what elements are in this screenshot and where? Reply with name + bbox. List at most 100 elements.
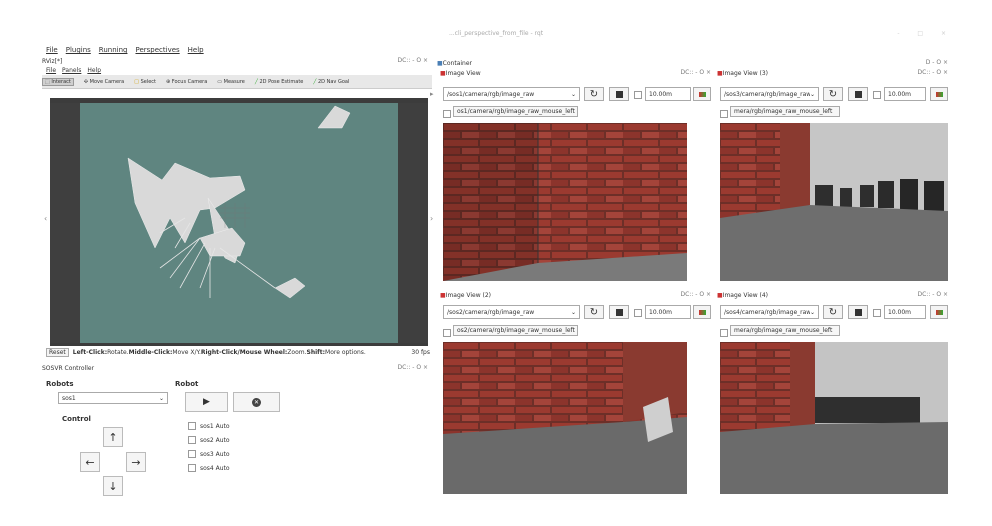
left-arrow-button[interactable]: ← <box>80 452 100 472</box>
refresh-button[interactable]: ↻ <box>584 87 604 101</box>
tool-2d-nav[interactable]: ╱ 2D Nav Goal <box>313 79 349 85</box>
publish-click-checkbox[interactable] <box>720 110 728 118</box>
menu-perspectives[interactable]: Perspectives <box>135 46 179 56</box>
smooth-checkbox[interactable] <box>634 91 642 99</box>
image-view-dock-controls[interactable]: DC:: - O × <box>918 291 949 298</box>
rviz-menu-panels[interactable]: Panels <box>62 67 81 74</box>
expand-arrow-icon[interactable]: ▸ <box>430 90 434 98</box>
window-buttons[interactable]: - □ × <box>897 30 954 37</box>
rviz-header: RViz[*] DC:: - O × <box>42 57 432 66</box>
camera-image-4[interactable] <box>720 342 948 494</box>
publish-click-checkbox[interactable] <box>720 329 728 337</box>
auto-check-sos1[interactable]: sos1 Auto <box>188 419 230 433</box>
zoom-value: 10.00m <box>888 308 912 316</box>
menu-plugins[interactable]: Plugins <box>66 46 91 56</box>
tool-focus-camera[interactable]: ⊕ Focus Camera <box>166 79 207 85</box>
topic-select[interactable]: /sos2/camera/rgb/image_raw ⌄ <box>443 305 580 319</box>
zoom-spinbox[interactable]: 10.00m <box>645 305 691 319</box>
robots-label: Robots <box>46 380 74 388</box>
controller-header: SOSVR Controller DC:: - O × <box>42 364 432 373</box>
color-scheme-icon <box>935 91 943 97</box>
refresh-icon: ↻ <box>828 88 838 100</box>
checkbox[interactable] <box>188 464 196 472</box>
save-image-button[interactable] <box>848 87 868 101</box>
camera-feed-3 <box>720 123 948 281</box>
color-scheme-icon <box>935 309 943 315</box>
refresh-button[interactable]: ↻ <box>823 305 843 319</box>
right-collapse-arrow-icon[interactable]: › <box>430 214 433 223</box>
up-arrow-button[interactable]: ↑ <box>103 427 123 447</box>
publish-click-checkbox[interactable] <box>443 110 451 118</box>
menu-help[interactable]: Help <box>188 46 204 56</box>
occupancy-map <box>50 103 428 343</box>
topic-value: /sos2/camera/rgb/image_raw <box>447 308 535 316</box>
save-image-button[interactable] <box>609 305 629 319</box>
color-scheme-icon <box>698 91 706 97</box>
tool-focus-camera-label: Focus Camera <box>171 78 208 85</box>
rviz-title: RViz[*] <box>42 58 63 65</box>
down-arrow-button[interactable]: ↓ <box>103 476 123 496</box>
tool-select[interactable]: □ Select <box>134 79 156 85</box>
smooth-checkbox[interactable] <box>873 309 881 317</box>
color-button[interactable] <box>930 87 948 101</box>
refresh-button[interactable]: ↻ <box>584 305 604 319</box>
rviz-dock-controls[interactable]: DC:: - O × <box>398 57 429 64</box>
camera-image-3[interactable] <box>720 123 948 281</box>
topic-select[interactable]: /sos3/camera/rgb/image_raw ⌄ <box>720 87 819 101</box>
auto-check-label: sos1 Auto <box>200 422 230 430</box>
save-image-button[interactable] <box>848 305 868 319</box>
image-view-dock-controls[interactable]: DC:: - O × <box>681 69 712 76</box>
play-button[interactable]: ▶ <box>185 392 228 412</box>
window-titlebar: ...cli_perspective_from_file - rqt - □ × <box>0 0 992 44</box>
rviz-menu-help[interactable]: Help <box>87 67 101 74</box>
checkbox[interactable] <box>188 422 196 430</box>
mouse-topic-field[interactable]: os2/camera/rgb/image_raw_mouse_left <box>453 325 578 336</box>
checkbox[interactable] <box>188 450 196 458</box>
menu-file[interactable]: File <box>46 46 58 56</box>
refresh-button[interactable]: ↻ <box>823 87 843 101</box>
menu-running[interactable]: Running <box>99 46 128 56</box>
stop-button[interactable]: ✕ <box>233 392 280 412</box>
camera-image-1[interactable] <box>443 123 687 281</box>
stop-circle-icon: ✕ <box>252 397 261 407</box>
hint-middle-click: Middle-Click: <box>128 349 173 356</box>
smooth-checkbox[interactable] <box>873 91 881 99</box>
right-arrow-button[interactable]: → <box>126 452 146 472</box>
container-dock-controls[interactable]: D - O × <box>926 59 948 66</box>
rviz-3d-viewport[interactable] <box>50 98 428 346</box>
topic-select[interactable]: /sos1/camera/rgb/image_raw ⌄ <box>443 87 580 101</box>
mouse-topic-field[interactable]: mera/rgb/image_raw_mouse_left <box>730 325 840 336</box>
auto-check-sos3[interactable]: sos3 Auto <box>188 447 230 461</box>
publish-click-checkbox[interactable] <box>443 329 451 337</box>
save-image-button[interactable] <box>609 87 629 101</box>
zoom-spinbox[interactable]: 10.00m <box>645 87 691 101</box>
color-button[interactable] <box>930 305 948 319</box>
mouse-topic-field[interactable]: mera/rgb/image_raw_mouse_left <box>730 106 840 117</box>
image-view-dock-controls[interactable]: DC:: - O × <box>681 291 712 298</box>
tool-2d-pose[interactable]: ╱ 2D Pose Estimate <box>255 79 303 85</box>
reset-button[interactable]: Reset <box>46 348 69 357</box>
play-icon: ▶ <box>203 397 210 407</box>
auto-check-sos2[interactable]: sos2 Auto <box>188 433 230 447</box>
robot-select[interactable]: sos1 ⌄ <box>58 392 168 404</box>
color-button[interactable] <box>693 305 711 319</box>
auto-check-sos4[interactable]: sos4 Auto <box>188 461 230 475</box>
smooth-checkbox[interactable] <box>634 309 642 317</box>
mouse-topic-field[interactable]: os1/camera/rgb/image_raw_mouse_left <box>453 106 578 117</box>
tool-interact[interactable]: ⬚ Interact <box>42 77 74 86</box>
rviz-toolbar: ⬚ Interact ✣ Move Camera □ Select ⊕ Focu… <box>42 75 432 89</box>
color-button[interactable] <box>693 87 711 101</box>
zoom-spinbox[interactable]: 10.00m <box>884 305 926 319</box>
window-title: ...cli_perspective_from_file - rqt <box>448 30 544 37</box>
camera-image-2[interactable] <box>443 342 687 494</box>
controller-dock-controls[interactable]: DC:: - O × <box>398 364 429 371</box>
zoom-spinbox[interactable]: 10.00m <box>884 87 926 101</box>
checkbox[interactable] <box>188 436 196 444</box>
rviz-menu-file[interactable]: File <box>46 67 56 74</box>
tool-move-camera[interactable]: ✣ Move Camera <box>84 79 124 85</box>
mouse-topic-value: os2/camera/rgb/image_raw_mouse_left <box>457 327 575 334</box>
topic-select[interactable]: /sos4/camera/rgb/image_raw ⌄ <box>720 305 819 319</box>
left-collapse-arrow-icon[interactable]: ‹ <box>44 214 47 223</box>
image-view-dock-controls[interactable]: DC:: - O × <box>918 69 949 76</box>
tool-measure[interactable]: ▭ Measure <box>217 79 245 85</box>
